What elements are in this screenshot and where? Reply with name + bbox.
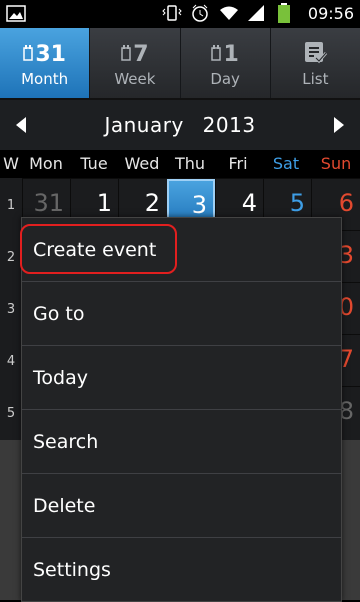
tab-month-label: Month — [21, 70, 69, 88]
alarm-icon — [190, 3, 210, 23]
day-number: 31 — [33, 189, 64, 217]
gallery-icon — [6, 5, 26, 26]
day-number: 3 — [191, 191, 207, 219]
weekday-wed: Wed — [124, 154, 160, 173]
tab-month[interactable]: 31 Month — [0, 28, 91, 98]
menu-item-delete[interactable]: Delete — [22, 474, 341, 537]
tab-day-label: Day — [210, 70, 240, 88]
tab-week-label: Week — [114, 70, 156, 88]
weekday-header: W Mon Tue Wed Thu Fri Sat Sun — [0, 150, 360, 178]
month-navigation: January 2013 — [0, 100, 360, 150]
tab-list[interactable]: List — [271, 28, 360, 98]
battery-icon — [274, 3, 294, 23]
weekday-tue: Tue — [80, 154, 108, 173]
next-month-arrow-icon[interactable] — [334, 117, 344, 133]
signal-icon — [246, 3, 266, 23]
day-number: 2 — [144, 189, 160, 217]
month-year: 2013 — [202, 113, 256, 137]
menu-item-today[interactable]: Today — [22, 346, 341, 409]
day-calendar-icon: 1 — [211, 38, 239, 66]
week-number: 3 — [6, 302, 16, 317]
month-name: January — [104, 113, 184, 137]
previous-month-arrow-icon[interactable] — [16, 117, 26, 133]
tab-week[interactable]: 7 Week — [90, 28, 181, 98]
menu-item-settings[interactable]: Settings — [22, 538, 341, 601]
options-menu: Create event Go to Today Search Delete S… — [21, 217, 342, 602]
vibrate-icon — [162, 3, 182, 23]
weekday-thu: Thu — [174, 154, 206, 173]
checklist-icon — [302, 38, 328, 66]
menu-item-search[interactable]: Search — [22, 410, 341, 473]
status-clock: 09:56 — [307, 3, 354, 23]
annotation-highlight-box — [20, 224, 177, 274]
week-number: 5 — [6, 406, 16, 421]
week-number: 4 — [6, 354, 16, 369]
week-calendar-icon: 7 — [121, 38, 149, 66]
weekday-fri: Fri — [228, 154, 248, 173]
wifi-icon — [218, 3, 238, 23]
week-number: 1 — [6, 198, 16, 213]
tab-day[interactable]: 1 Day — [181, 28, 271, 98]
day-number: 4 — [241, 189, 257, 217]
menu-item-go-to[interactable]: Go to — [22, 282, 341, 345]
day-number: 1 — [96, 189, 112, 217]
week-number-header: W — [3, 154, 19, 173]
status-bar: 09:56 — [0, 0, 360, 28]
week-number: 2 — [6, 250, 16, 265]
weekday-sun: Sun — [320, 154, 352, 173]
tab-list-label: List — [302, 70, 329, 88]
day-number: 5 — [289, 189, 305, 217]
view-tabs: 31 Month 7 Week 1 Day List — [0, 28, 360, 100]
weekday-mon: Mon — [29, 154, 63, 173]
month-calendar-icon: 31 — [23, 38, 66, 66]
day-number: 6 — [338, 189, 354, 217]
month-title[interactable]: January 2013 — [98, 113, 261, 137]
weekday-sat: Sat — [272, 154, 300, 173]
